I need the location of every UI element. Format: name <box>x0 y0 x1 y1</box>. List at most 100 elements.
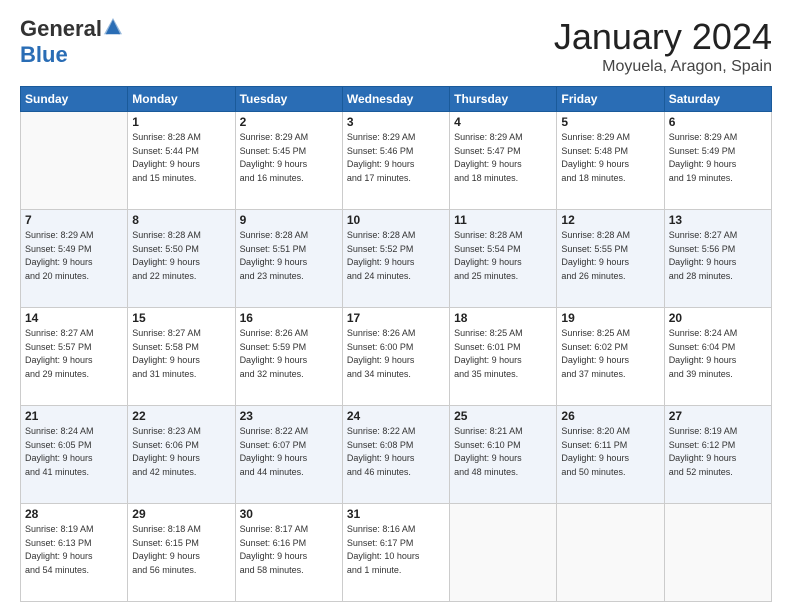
title-block: January 2024 Moyuela, Aragon, Spain <box>554 16 772 76</box>
day-info: Sunrise: 8:28 AMSunset: 5:51 PMDaylight:… <box>240 229 338 283</box>
calendar-cell: 10 Sunrise: 8:28 AMSunset: 5:52 PMDayligh… <box>342 210 449 308</box>
day-info: Sunrise: 8:22 AMSunset: 6:07 PMDaylight:… <box>240 425 338 479</box>
day-number: 4 <box>454 115 552 129</box>
day-info: Sunrise: 8:25 AMSunset: 6:02 PMDaylight:… <box>561 327 659 381</box>
calendar-cell: 22 Sunrise: 8:23 AMSunset: 6:06 PMDayligh… <box>128 406 235 504</box>
day-info: Sunrise: 8:28 AMSunset: 5:52 PMDaylight:… <box>347 229 445 283</box>
day-info: Sunrise: 8:28 AMSunset: 5:54 PMDaylight:… <box>454 229 552 283</box>
calendar-cell: 18 Sunrise: 8:25 AMSunset: 6:01 PMDayligh… <box>450 308 557 406</box>
calendar-cell: 2Sunrise: 8:29 AMSunset: 5:45 PMDaylight… <box>235 112 342 210</box>
day-info: Sunrise: 8:21 AMSunset: 6:10 PMDaylight:… <box>454 425 552 479</box>
day-number: 13 <box>669 213 767 227</box>
calendar-cell: 13 Sunrise: 8:27 AMSunset: 5:56 PMDayligh… <box>664 210 771 308</box>
logo-icon <box>104 18 122 36</box>
day-number: 12 <box>561 213 659 227</box>
day-info: Sunrise: 8:18 AMSunset: 6:15 PMDaylight:… <box>132 523 230 577</box>
day-info: Sunrise: 8:29 AMSunset: 5:49 PMDaylight:… <box>669 131 767 185</box>
calendar-cell: 3 Sunrise: 8:29 AMSunset: 5:46 PMDaylight… <box>342 112 449 210</box>
calendar-cell: 1Sunrise: 8:28 AMSunset: 5:44 PMDaylight… <box>128 112 235 210</box>
weekday-header: Thursday <box>450 87 557 112</box>
day-info: Sunrise: 8:29 AMSunset: 5:45 PMDaylight:… <box>240 131 338 185</box>
calendar-cell: 20 Sunrise: 8:24 AMSunset: 6:04 PMDayligh… <box>664 308 771 406</box>
weekday-header: Wednesday <box>342 87 449 112</box>
day-info: Sunrise: 8:28 AMSunset: 5:50 PMDaylight:… <box>132 229 230 283</box>
day-number: 17 <box>347 311 445 325</box>
day-info: Sunrise: 8:29 AMSunset: 5:49 PMDaylight:… <box>25 229 123 283</box>
calendar-cell: 31 Sunrise: 8:16 AMSunset: 6:17 PMDayligh… <box>342 504 449 602</box>
day-number: 14 <box>25 311 123 325</box>
day-number: 22 <box>132 409 230 423</box>
day-number: 28 <box>25 507 123 521</box>
day-info: Sunrise: 8:16 AMSunset: 6:17 PMDaylight:… <box>347 523 445 577</box>
logo-general: General <box>20 16 102 42</box>
day-info: Sunrise: 8:29 AMSunset: 5:48 PMDaylight:… <box>561 131 659 185</box>
day-info: Sunrise: 8:29 AMSunset: 5:47 PMDaylight:… <box>454 131 552 185</box>
day-info: Sunrise: 8:19 AMSunset: 6:12 PMDaylight:… <box>669 425 767 479</box>
day-number: 18 <box>454 311 552 325</box>
calendar-cell: 9Sunrise: 8:28 AMSunset: 5:51 PMDaylight… <box>235 210 342 308</box>
day-info: Sunrise: 8:24 AMSunset: 6:04 PMDaylight:… <box>669 327 767 381</box>
weekday-header: Monday <box>128 87 235 112</box>
day-number: 5 <box>561 115 659 129</box>
day-number: 23 <box>240 409 338 423</box>
logo: General Blue <box>20 16 122 68</box>
day-info: Sunrise: 8:27 AMSunset: 5:56 PMDaylight:… <box>669 229 767 283</box>
calendar-body: 1Sunrise: 8:28 AMSunset: 5:44 PMDaylight… <box>21 112 772 602</box>
day-info: Sunrise: 8:19 AMSunset: 6:13 PMDaylight:… <box>25 523 123 577</box>
day-number: 29 <box>132 507 230 521</box>
weekday-header: Sunday <box>21 87 128 112</box>
day-number: 24 <box>347 409 445 423</box>
calendar-cell <box>450 504 557 602</box>
calendar-cell <box>557 504 664 602</box>
day-number: 8 <box>132 213 230 227</box>
day-number: 15 <box>132 311 230 325</box>
day-info: Sunrise: 8:26 AMSunset: 5:59 PMDaylight:… <box>240 327 338 381</box>
calendar-cell: 25 Sunrise: 8:21 AMSunset: 6:10 PMDayligh… <box>450 406 557 504</box>
day-info: Sunrise: 8:17 AMSunset: 6:16 PMDaylight:… <box>240 523 338 577</box>
calendar-cell: 23 Sunrise: 8:22 AMSunset: 6:07 PMDayligh… <box>235 406 342 504</box>
day-info: Sunrise: 8:25 AMSunset: 6:01 PMDaylight:… <box>454 327 552 381</box>
calendar-cell: 6Sunrise: 8:29 AMSunset: 5:49 PMDaylight… <box>664 112 771 210</box>
calendar-week-row: 7 Sunrise: 8:29 AMSunset: 5:49 PMDaylight… <box>21 210 772 308</box>
day-number: 30 <box>240 507 338 521</box>
header: General Blue January 2024 Moyuela, Arago… <box>20 16 772 76</box>
calendar-week-row: 21 Sunrise: 8:24 AMSunset: 6:05 PMDayligh… <box>21 406 772 504</box>
calendar-cell: 30 Sunrise: 8:17 AMSunset: 6:16 PMDayligh… <box>235 504 342 602</box>
calendar: SundayMondayTuesdayWednesdayThursdayFrid… <box>20 86 772 602</box>
day-number: 21 <box>25 409 123 423</box>
logo-blue: Blue <box>20 42 68 68</box>
day-number: 26 <box>561 409 659 423</box>
day-number: 25 <box>454 409 552 423</box>
calendar-cell: 5 Sunrise: 8:29 AMSunset: 5:48 PMDaylight… <box>557 112 664 210</box>
calendar-cell: 19Sunrise: 8:25 AMSunset: 6:02 PMDayligh… <box>557 308 664 406</box>
day-info: Sunrise: 8:27 AMSunset: 5:57 PMDaylight:… <box>25 327 123 381</box>
calendar-cell: 15Sunrise: 8:27 AMSunset: 5:58 PMDayligh… <box>128 308 235 406</box>
day-number: 27 <box>669 409 767 423</box>
day-number: 3 <box>347 115 445 129</box>
day-number: 7 <box>25 213 123 227</box>
day-number: 11 <box>454 213 552 227</box>
calendar-cell: 7 Sunrise: 8:29 AMSunset: 5:49 PMDaylight… <box>21 210 128 308</box>
month-title: January 2024 <box>554 16 772 58</box>
calendar-cell <box>664 504 771 602</box>
calendar-cell: 16 Sunrise: 8:26 AMSunset: 5:59 PMDayligh… <box>235 308 342 406</box>
day-number: 20 <box>669 311 767 325</box>
weekday-header: Saturday <box>664 87 771 112</box>
calendar-cell: 11 Sunrise: 8:28 AMSunset: 5:54 PMDayligh… <box>450 210 557 308</box>
calendar-cell: 21 Sunrise: 8:24 AMSunset: 6:05 PMDayligh… <box>21 406 128 504</box>
weekday-header-row: SundayMondayTuesdayWednesdayThursdayFrid… <box>21 87 772 112</box>
day-info: Sunrise: 8:22 AMSunset: 6:08 PMDaylight:… <box>347 425 445 479</box>
day-number: 31 <box>347 507 445 521</box>
calendar-cell: 4 Sunrise: 8:29 AMSunset: 5:47 PMDaylight… <box>450 112 557 210</box>
day-number: 16 <box>240 311 338 325</box>
calendar-week-row: 14 Sunrise: 8:27 AMSunset: 5:57 PMDayligh… <box>21 308 772 406</box>
day-info: Sunrise: 8:24 AMSunset: 6:05 PMDaylight:… <box>25 425 123 479</box>
calendar-cell <box>21 112 128 210</box>
calendar-cell: 28 Sunrise: 8:19 AMSunset: 6:13 PMDayligh… <box>21 504 128 602</box>
calendar-cell: 17Sunrise: 8:26 AMSunset: 6:00 PMDayligh… <box>342 308 449 406</box>
day-info: Sunrise: 8:29 AMSunset: 5:46 PMDaylight:… <box>347 131 445 185</box>
day-number: 10 <box>347 213 445 227</box>
day-info: Sunrise: 8:28 AMSunset: 5:55 PMDaylight:… <box>561 229 659 283</box>
day-number: 1 <box>132 115 230 129</box>
day-info: Sunrise: 8:23 AMSunset: 6:06 PMDaylight:… <box>132 425 230 479</box>
